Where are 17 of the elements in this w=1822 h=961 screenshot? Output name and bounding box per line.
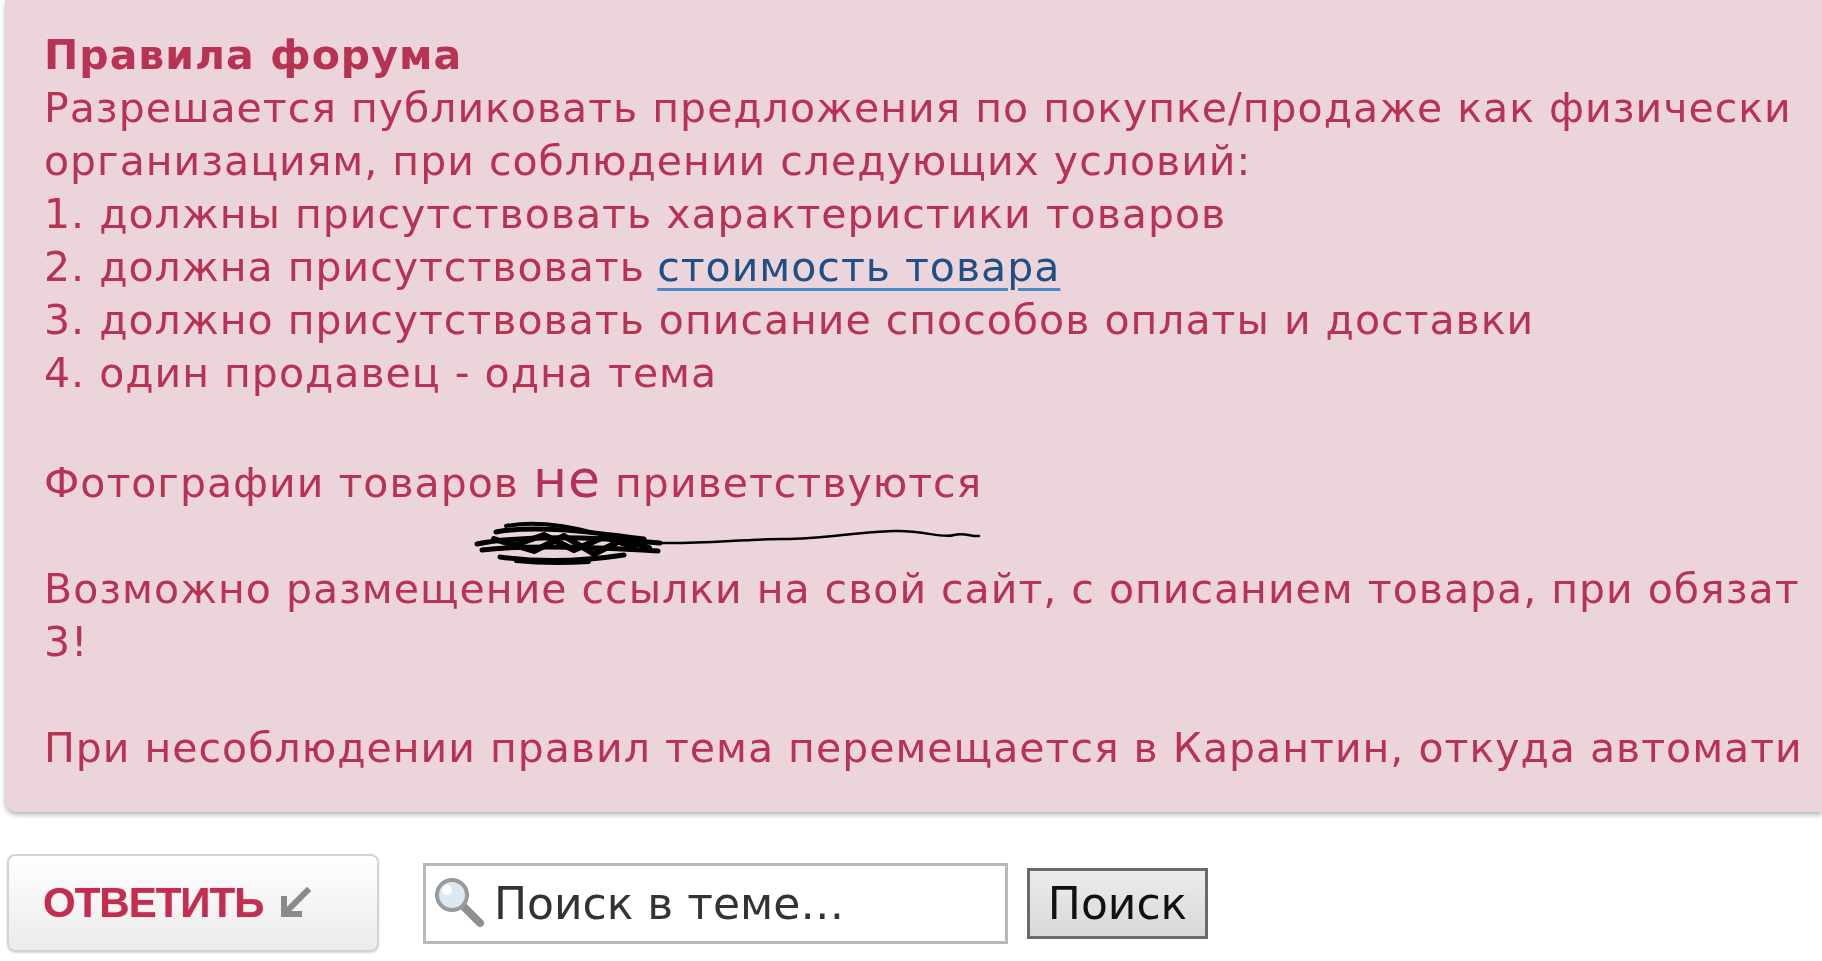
rule-item: 4. один продавец - одна тема bbox=[44, 348, 718, 399]
rule-item: 1. должны присутствовать характеристики товаров bbox=[44, 189, 1227, 240]
photo-note: Фотографии товаров не приветствуются bbox=[44, 453, 983, 510]
rules-text: Разрешается публиковать предложения по покупке/продаже как физически bbox=[44, 83, 1792, 134]
rules-text: 3! bbox=[44, 617, 89, 668]
search-icon bbox=[433, 875, 485, 928]
rule-item: 3. должно присутствовать описание способов оплаты и доставки bbox=[44, 295, 1535, 346]
rule-item: 2. должна присутствовать стоимость товара bbox=[44, 242, 1061, 293]
reply-button[interactable]: ОТВЕТИТЬ bbox=[7, 854, 379, 952]
down-left-arrow-icon bbox=[279, 887, 312, 919]
rules-text: организациям, при соблюдении следующих условий: bbox=[44, 136, 1252, 187]
rules-text: Возможно размещение ссылки на свой сайт, с описанием товара, при обязат bbox=[44, 564, 1800, 615]
search-button[interactable]: Поиск bbox=[1027, 867, 1208, 939]
price-link[interactable]: стоимость товара bbox=[657, 243, 1061, 291]
rules-title: Правила форума bbox=[44, 30, 463, 81]
search-field[interactable]: Поиск в теме… bbox=[423, 862, 1008, 944]
rules-text: При несоблюдении правил тема перемещается в Карантин, откуда автомати bbox=[44, 723, 1803, 774]
